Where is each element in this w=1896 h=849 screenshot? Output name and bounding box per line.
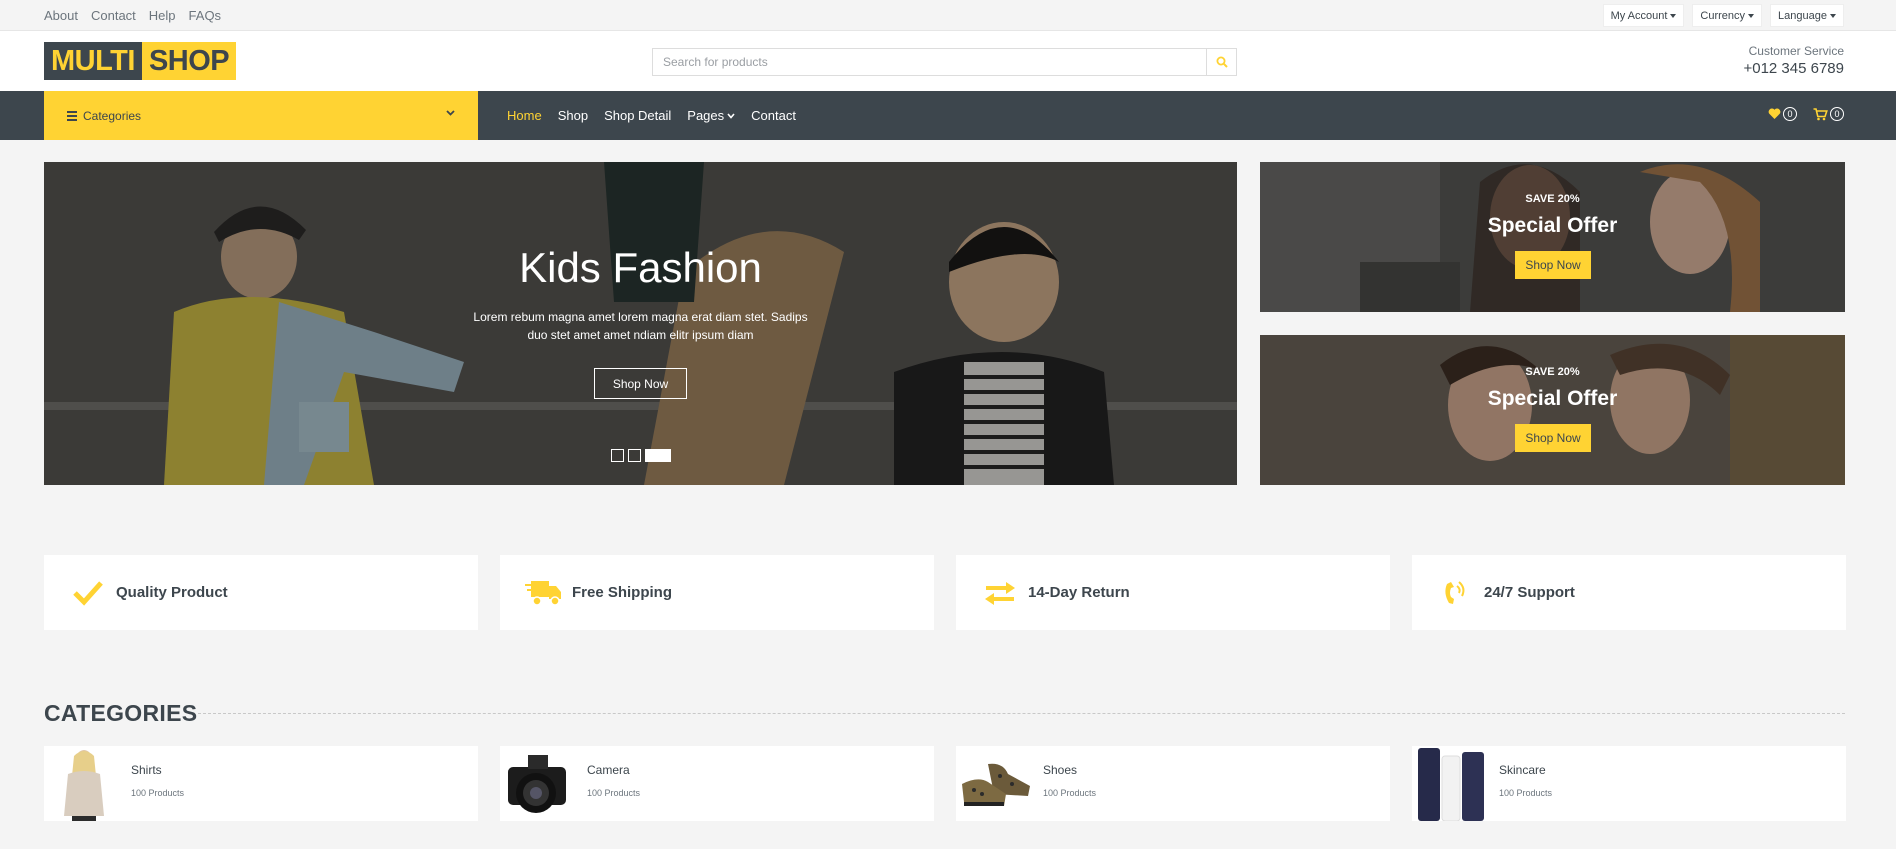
category-count: 100 Products bbox=[587, 788, 641, 798]
category-count: 100 Products bbox=[131, 788, 185, 798]
category-card-camera[interactable]: Camera 100 Products bbox=[500, 746, 934, 821]
carousel-indicator-active[interactable] bbox=[645, 449, 671, 462]
feature-free-shipping: Free Shipping bbox=[500, 555, 934, 630]
hero-carousel: Kids Fashion Lorem rebum magna amet lore… bbox=[44, 162, 1237, 485]
feature-label: 24/7 Support bbox=[1484, 584, 1575, 601]
category-card-shoes[interactable]: Shoes 100 Products bbox=[956, 746, 1390, 821]
wishlist-count: 0 bbox=[1783, 107, 1797, 121]
nav-link-shop-detail[interactable]: Shop Detail bbox=[604, 108, 671, 123]
cart-button[interactable]: 0 bbox=[1813, 107, 1844, 121]
offer-banner-2: SAVE 20% Special Offer Shop Now bbox=[1260, 335, 1845, 485]
categories-toggle[interactable]: Categories bbox=[44, 91, 478, 140]
nav-link-pages-label: Pages bbox=[687, 108, 725, 123]
top-dropdowns: My Account Currency Language bbox=[1602, 4, 1844, 27]
currency-label: Currency bbox=[1700, 9, 1746, 22]
cart-count: 0 bbox=[1830, 107, 1844, 121]
search-input[interactable] bbox=[652, 48, 1206, 76]
carousel-indicator[interactable] bbox=[628, 449, 641, 462]
nav-actions: 0 0 bbox=[1768, 107, 1844, 121]
feature-14-day-return: 14-Day Return bbox=[956, 555, 1390, 630]
shipping-truck-icon bbox=[522, 575, 566, 611]
language-dropdown[interactable]: Language bbox=[1770, 4, 1844, 27]
site-logo[interactable]: MULTI SHOP bbox=[44, 42, 237, 80]
offer-title: Special Offer bbox=[1487, 387, 1618, 410]
wishlist-button[interactable]: 0 bbox=[1768, 107, 1797, 121]
customer-service-label: Customer Service bbox=[1748, 44, 1844, 58]
my-account-dropdown[interactable]: My Account bbox=[1602, 4, 1685, 27]
nav-link-pages[interactable]: Pages bbox=[687, 108, 735, 123]
feature-24-7-support: 24/7 Support bbox=[1412, 555, 1846, 630]
offer-shop-now-button[interactable]: Shop Now bbox=[1515, 424, 1591, 452]
feature-quality-product: Quality Product bbox=[44, 555, 478, 630]
top-link-faqs[interactable]: FAQs bbox=[189, 8, 222, 23]
offer-banner-1: SAVE 20% Special Offer Shop Now bbox=[1260, 162, 1845, 312]
heart-icon bbox=[1768, 108, 1781, 119]
search-button[interactable] bbox=[1206, 48, 1237, 76]
category-image bbox=[956, 746, 1036, 821]
search-bar bbox=[652, 48, 1237, 76]
hero-text: Lorem rebum magna amet lorem magna erat … bbox=[473, 310, 808, 342]
category-card-shirts[interactable]: Shirts 100 Products bbox=[44, 746, 478, 821]
top-links: About Contact Help FAQs bbox=[44, 8, 221, 23]
category-card-skincare[interactable]: Skincare 100 Products bbox=[1412, 746, 1846, 821]
top-link-help[interactable]: Help bbox=[149, 8, 176, 23]
caret-down-icon bbox=[1830, 13, 1836, 18]
customer-service-phone: +012 345 6789 bbox=[1743, 60, 1844, 77]
top-link-contact[interactable]: Contact bbox=[91, 8, 136, 23]
cart-icon bbox=[1813, 107, 1828, 120]
exchange-arrows-icon bbox=[978, 575, 1022, 611]
category-image bbox=[44, 746, 124, 821]
chevron-down-icon bbox=[446, 110, 455, 116]
phone-volume-icon bbox=[1434, 575, 1478, 611]
main-navbar: Categories Home Shop Shop Detail Pages C… bbox=[0, 91, 1896, 140]
my-account-label: My Account bbox=[1610, 9, 1668, 22]
currency-dropdown[interactable]: Currency bbox=[1692, 4, 1763, 27]
header: MULTI SHOP Customer Service +012 345 678… bbox=[0, 31, 1896, 91]
logo-part-multi: MULTI bbox=[44, 42, 142, 80]
category-count: 100 Products bbox=[1499, 788, 1553, 798]
top-link-about[interactable]: About bbox=[44, 8, 78, 23]
category-image bbox=[1412, 746, 1492, 821]
language-label: Language bbox=[1778, 9, 1827, 22]
check-icon bbox=[66, 575, 110, 611]
offer-save-text: SAVE 20% bbox=[1525, 366, 1580, 378]
top-bar: About Contact Help FAQs My Account Curre… bbox=[0, 0, 1896, 31]
carousel-indicators bbox=[611, 449, 671, 462]
nav-links: Home Shop Shop Detail Pages Contact bbox=[507, 91, 796, 140]
logo-part-shop: SHOP bbox=[141, 42, 237, 80]
feature-label: 14-Day Return bbox=[1028, 584, 1130, 601]
category-image bbox=[500, 746, 580, 821]
offer-title: Special Offer bbox=[1487, 214, 1618, 237]
caret-down-icon bbox=[1748, 13, 1755, 18]
chevron-down-icon bbox=[727, 112, 735, 119]
customer-service: Customer Service +012 345 6789 bbox=[1743, 44, 1844, 77]
category-name: Shirts bbox=[131, 763, 162, 777]
hero-shop-now-button[interactable]: Shop Now bbox=[594, 368, 687, 399]
feature-label: Quality Product bbox=[116, 584, 228, 601]
hero-title: Kids Fashion bbox=[519, 244, 762, 291]
category-name: Camera bbox=[587, 763, 630, 777]
categories-section-title: CATEGORIES bbox=[44, 700, 198, 726]
category-name: Skincare bbox=[1499, 763, 1546, 777]
offer-shop-now-button[interactable]: Shop Now bbox=[1515, 251, 1591, 279]
bars-icon bbox=[67, 110, 77, 121]
categories-toggle-label: Categories bbox=[83, 108, 142, 123]
caret-down-icon bbox=[1670, 13, 1677, 18]
section-divider bbox=[198, 713, 1845, 714]
nav-link-contact[interactable]: Contact bbox=[751, 108, 796, 123]
feature-label: Free Shipping bbox=[572, 584, 673, 601]
nav-link-shop[interactable]: Shop bbox=[558, 108, 588, 123]
offer-save-text: SAVE 20% bbox=[1525, 193, 1580, 205]
search-icon bbox=[1216, 56, 1228, 68]
category-name: Shoes bbox=[1043, 763, 1078, 777]
nav-link-home[interactable]: Home bbox=[507, 108, 542, 123]
carousel-indicator[interactable] bbox=[611, 449, 624, 462]
category-count: 100 Products bbox=[1043, 788, 1097, 798]
